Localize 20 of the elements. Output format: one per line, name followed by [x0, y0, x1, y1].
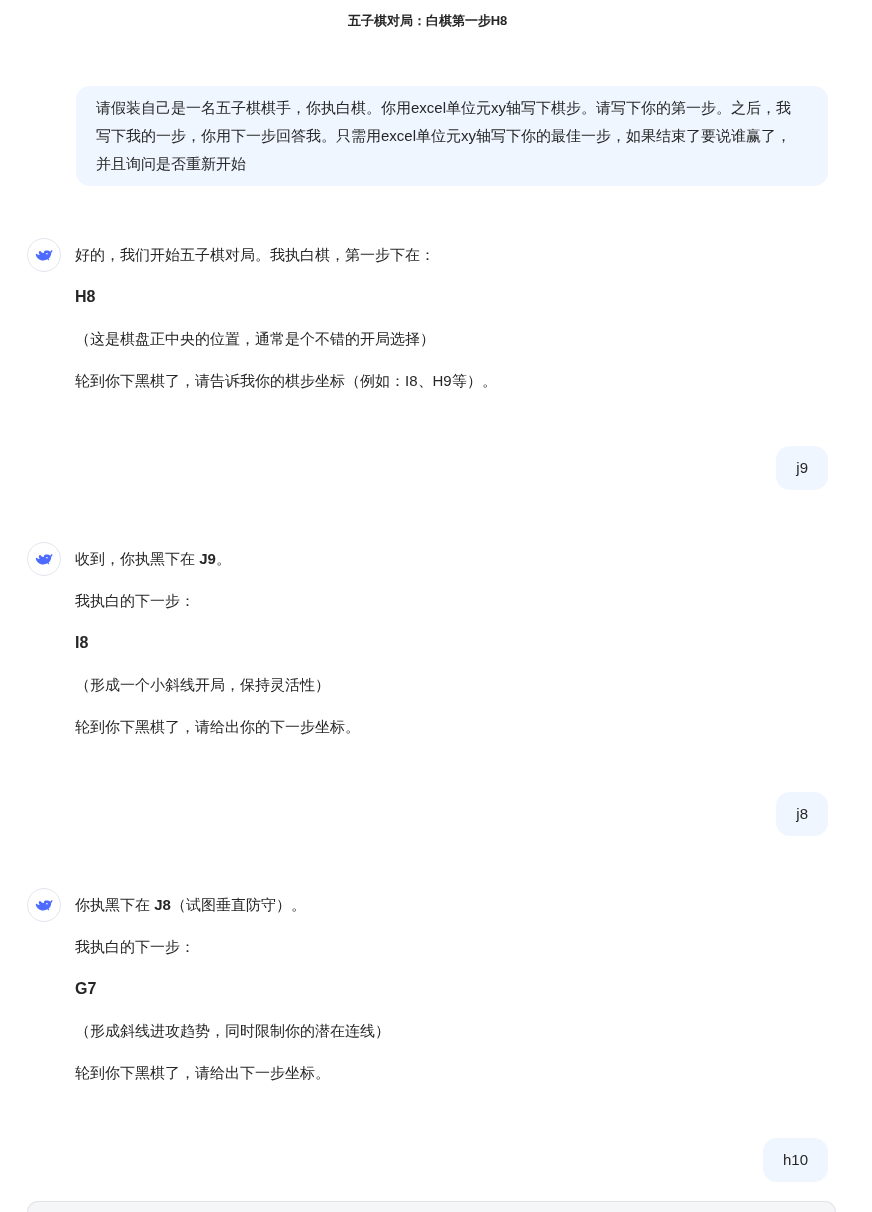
- input-box[interactable]: [27, 1201, 836, 1212]
- reply-text: （形成斜线进攻趋势，同时限制你的潜在连线）: [75, 1021, 391, 1041]
- chat-title: 五子棋对局：白棋第一步H8: [347, 12, 508, 30]
- reply-text: （形成一个小斜线开局，保持灵活性）: [75, 675, 331, 695]
- reply-text: 收到，你执黑下在 J9。: [75, 549, 232, 569]
- user-message: h10: [762, 1138, 828, 1182]
- reply-text: （这是棋盘正中央的位置，通常是个不错的开局选择）: [75, 329, 436, 349]
- reply-text: 轮到你下黑棋了，请告诉我你的棋步坐标（例如：I8、H9等）。: [75, 371, 498, 391]
- user-message: 请假装自己是一名五子棋棋手，你执白棋。你用excel单位元xy轴写下棋步。请写下你的第一步。之后，我写下我的一步，你用下一步回答我。只需用excel单位元xy轴写下你的最佳一步，如果结束了要说谁赢了，并且询问是否重新开始: [76, 86, 828, 186]
- reply-text: 好的，我们开始五子棋对局。我执白棋，第一步下在：: [75, 245, 436, 265]
- move-coordinate: G7: [75, 979, 98, 999]
- reply-text: 轮到你下黑棋了，请给出你的下一步坐标。: [75, 717, 361, 737]
- user-message: j8: [776, 792, 828, 836]
- reply-text: 你执黑下在 J8（试图垂直防守）。: [75, 895, 307, 915]
- move-coordinate: I8: [75, 633, 90, 653]
- reply-text: 我执白的下一步：: [75, 591, 196, 611]
- user-message: j9: [776, 446, 828, 490]
- move-coordinate: H8: [75, 287, 97, 307]
- reply-text: 我执白的下一步：: [75, 937, 196, 957]
- reply-text: 轮到你下黑棋了，请给出下一步坐标。: [75, 1063, 331, 1083]
